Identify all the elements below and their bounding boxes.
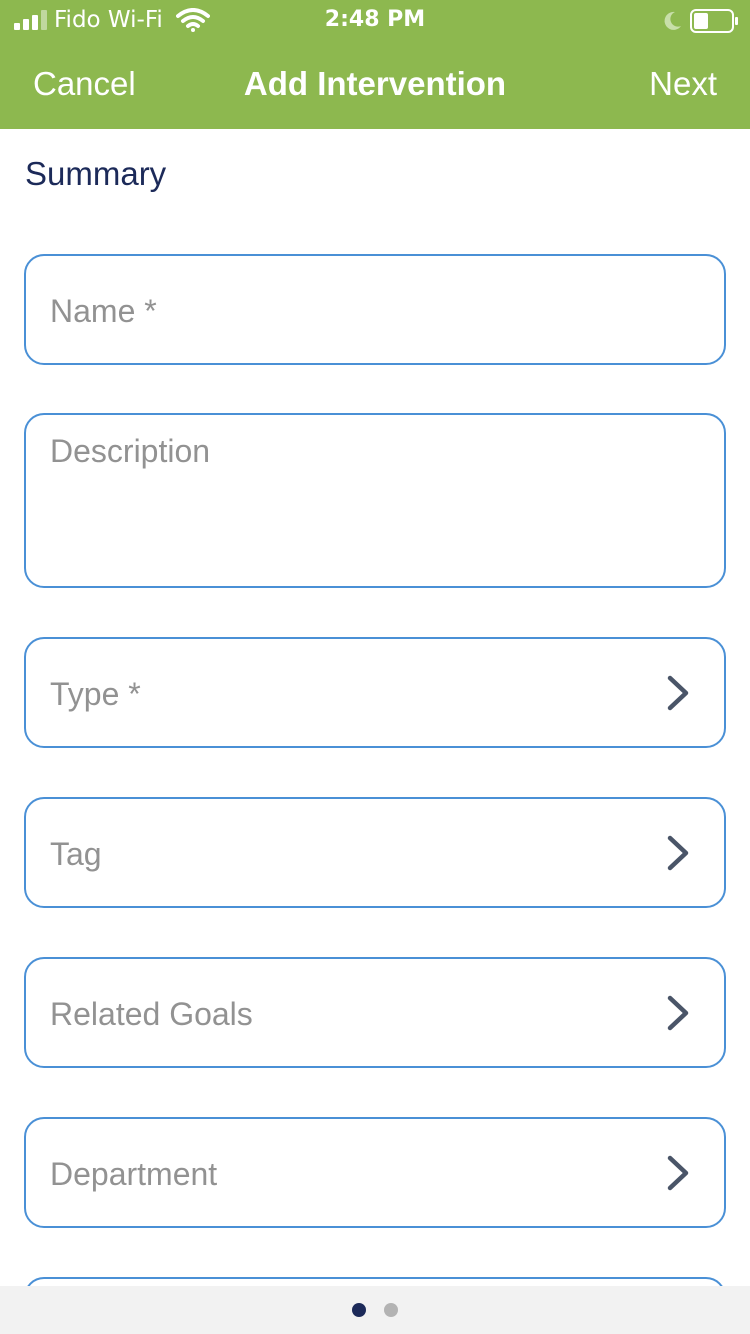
type-selector[interactable]: Type * xyxy=(24,637,726,748)
navigation-bar: Cancel Add Intervention Next xyxy=(0,40,750,129)
chevron-right-icon xyxy=(667,675,689,711)
chevron-right-icon xyxy=(667,835,689,871)
section-title: Summary xyxy=(25,155,167,192)
cancel-button[interactable]: Cancel xyxy=(33,64,136,104)
description-placeholder: Description xyxy=(50,433,211,469)
type-placeholder: Type * xyxy=(50,676,141,712)
name-placeholder: Name * xyxy=(50,293,157,329)
page-indicator xyxy=(0,1286,750,1334)
department-selector[interactable]: Department xyxy=(24,1117,726,1228)
app-header: Fido Wi-Fi 2:48 PM Cancel Add Interventi… xyxy=(0,0,750,129)
description-textarea[interactable]: Description xyxy=(24,413,726,588)
chevron-right-icon xyxy=(667,995,689,1031)
related-goals-selector[interactable]: Related Goals xyxy=(24,957,726,1068)
tag-placeholder: Tag xyxy=(50,836,102,872)
name-input[interactable]: Name * xyxy=(24,254,726,365)
page-dot-inactive[interactable] xyxy=(384,1303,398,1317)
status-time: 2:48 PM xyxy=(324,7,426,32)
moon-icon xyxy=(664,11,681,30)
tag-selector[interactable]: Tag xyxy=(24,797,726,908)
status-bar: Fido Wi-Fi 2:48 PM xyxy=(0,0,750,40)
related-goals-placeholder: Related Goals xyxy=(50,996,253,1032)
page-dot-active[interactable] xyxy=(352,1303,366,1317)
department-placeholder: Department xyxy=(50,1156,218,1192)
battery-icon xyxy=(690,9,738,33)
chevron-right-icon xyxy=(667,1155,689,1191)
next-button[interactable]: Next xyxy=(649,64,717,104)
